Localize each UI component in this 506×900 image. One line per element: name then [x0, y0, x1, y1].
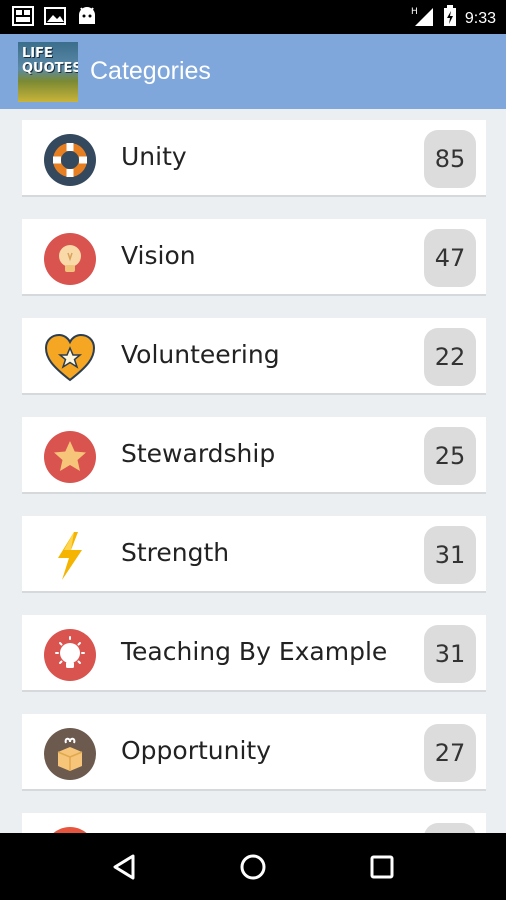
category-label: Stewardship — [121, 439, 276, 468]
clock: 9:33 — [464, 9, 496, 27]
lightning-icon — [44, 530, 96, 582]
star-icon — [44, 431, 96, 483]
category-count-badge: 85 — [424, 130, 476, 188]
category-list[interactable]: Unity 85 Vision 47 Volunteering 22 Stewa… — [0, 109, 506, 833]
category-count-badge: 31 — [424, 526, 476, 584]
category-count-badge: 27 — [424, 724, 476, 782]
category-item-volunteering[interactable]: Volunteering 22 — [22, 318, 486, 395]
svg-text:H: H — [411, 7, 418, 17]
app-bar: LIFE QUOTES Categories — [0, 34, 506, 109]
category-item-teaching-by-example[interactable]: Teaching By Example 31 — [22, 615, 486, 692]
navigation-bar — [0, 833, 506, 900]
recents-icon[interactable] — [362, 847, 402, 887]
image-icon — [44, 6, 66, 31]
status-bar: H 9:33 — [0, 0, 506, 34]
heart-star-icon — [44, 332, 96, 384]
battery-icon — [443, 5, 457, 32]
category-item-unity[interactable]: Unity 85 — [22, 120, 486, 197]
logo-text-line2: QUOTES — [22, 60, 78, 76]
category-label: Vision — [121, 241, 196, 270]
category-count-badge: 47 — [424, 229, 476, 287]
category-item-vision[interactable]: Vision 47 — [22, 219, 486, 296]
category-item-strength[interactable]: Strength 31 — [22, 516, 486, 593]
category-label: Strength — [121, 538, 230, 567]
category-count-badge — [424, 823, 476, 833]
lifebuoy-icon — [44, 134, 96, 186]
signal-icon: H — [411, 5, 435, 32]
category-label: Volunteering — [121, 340, 280, 369]
lightbulb-icon — [44, 233, 96, 285]
category-label: Opportunity — [121, 736, 272, 765]
category-item-stewardship[interactable]: Stewardship 25 — [22, 417, 486, 494]
bright-bulb-icon — [44, 629, 96, 681]
gallery-icon — [12, 6, 34, 31]
category-count-badge: 31 — [424, 625, 476, 683]
category-label: Unity — [121, 142, 187, 171]
category-label: Teaching By Example — [121, 637, 388, 666]
app-logo[interactable]: LIFE QUOTES — [18, 41, 78, 102]
page-title: Categories — [90, 57, 211, 85]
gift-box-icon — [44, 728, 96, 780]
back-icon[interactable] — [104, 847, 144, 887]
category-item-partial[interactable] — [22, 813, 486, 833]
logo-text-line1: LIFE — [22, 45, 53, 61]
android-icon — [76, 6, 98, 31]
category-count-badge: 22 — [424, 328, 476, 386]
home-icon[interactable] — [233, 847, 273, 887]
category-count-badge: 25 — [424, 427, 476, 485]
category-item-opportunity[interactable]: Opportunity 27 — [22, 714, 486, 791]
